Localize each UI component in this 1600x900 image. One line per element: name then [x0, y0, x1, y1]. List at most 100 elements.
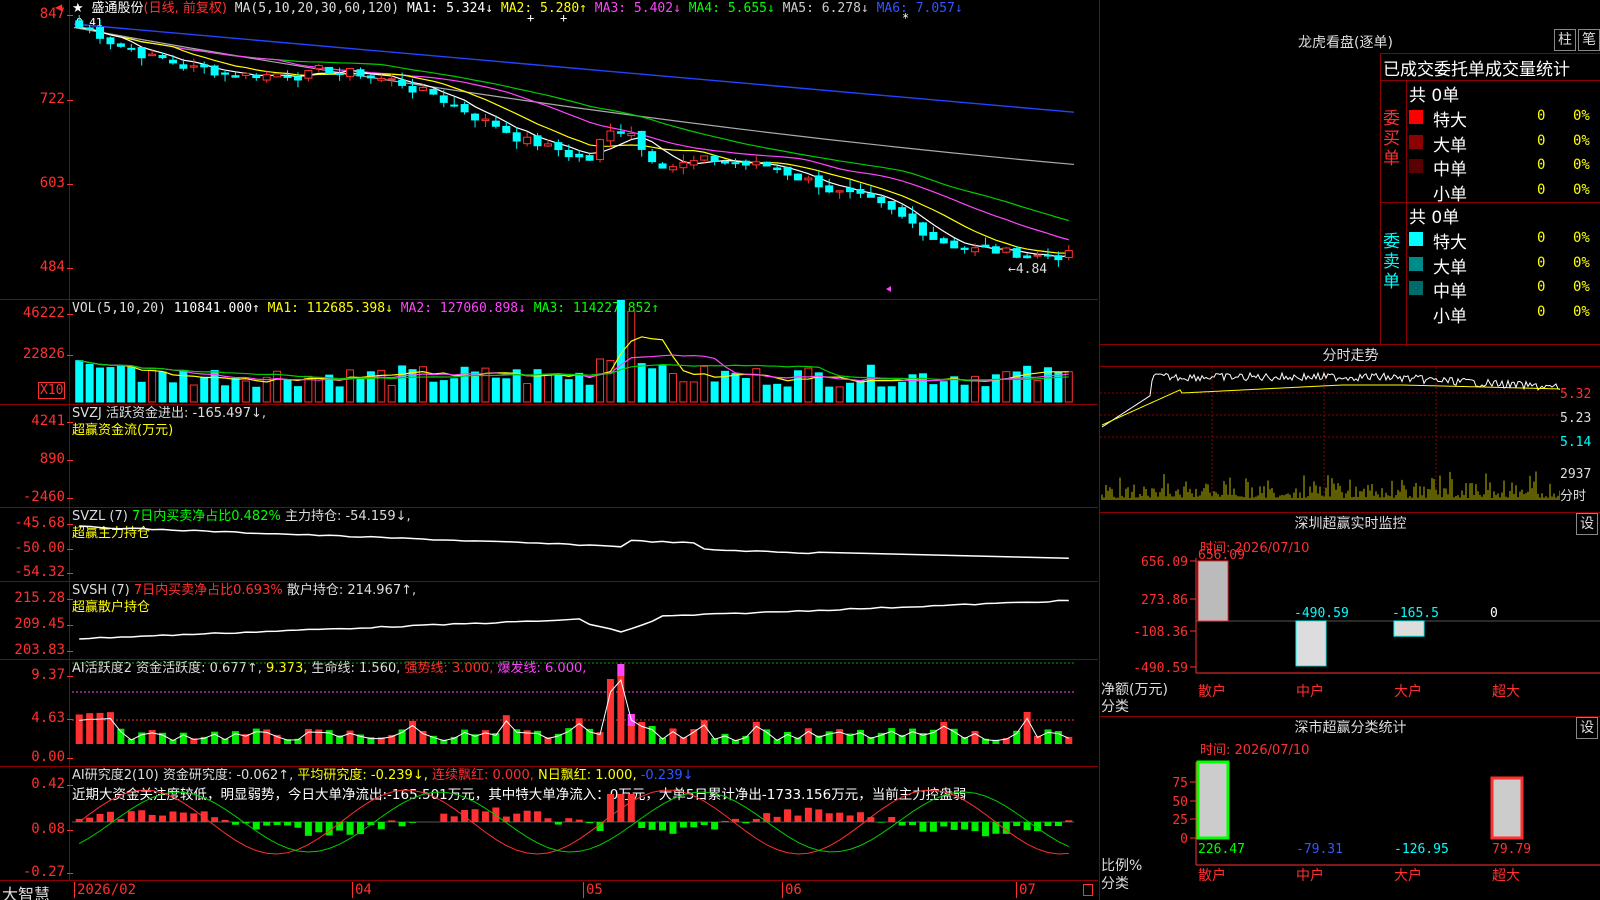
swatch-icon: [1409, 159, 1423, 173]
activity-bar: [929, 729, 937, 744]
volume-bar: [648, 368, 657, 403]
order-count: 0: [1537, 108, 1546, 124]
research-bar: [804, 807, 812, 822]
volume-panel[interactable]: 46222 22826 X10 VOL(5,10,20) 110841.000↑…: [0, 300, 1098, 405]
order-percent: 0%: [1573, 108, 1590, 124]
flow-bar: [243, 458, 248, 463]
order-class: 大单: [1433, 135, 1467, 156]
volume-bar: [877, 386, 886, 403]
classify-tick: 25: [1172, 813, 1188, 828]
flow-bar: [368, 463, 373, 465]
scroll-lock-icon[interactable]: [1083, 884, 1093, 896]
candle: [116, 43, 125, 47]
classify-ylabel: 比例%: [1101, 858, 1143, 874]
svzl-panel[interactable]: -45.68 -50.00 -54.32 SVZL (7) 7日内买卖净占比0.…: [0, 508, 1098, 582]
svsh-panel[interactable]: 215.28 209.45 203.83 SVSH (7) 7日内买卖净占比0.…: [0, 582, 1098, 660]
net-bar: [1197, 560, 1229, 622]
candle: [741, 160, 750, 166]
research-bar: [929, 822, 937, 832]
research-bar: [190, 813, 198, 822]
flow-bar: [962, 460, 967, 463]
candle: [835, 190, 844, 193]
candle: [356, 69, 365, 77]
research-bar: [627, 794, 635, 822]
research-bar: [86, 817, 94, 822]
candle: [293, 76, 302, 81]
activity-bar: [690, 729, 698, 744]
research-bar: [388, 820, 396, 822]
volume-bar: [835, 386, 844, 403]
volume-bar: [429, 381, 438, 403]
activity-bar: [315, 729, 323, 744]
candlestick-chart[interactable]: + + *: [0, 0, 1098, 300]
ai-activity-chart[interactable]: [0, 660, 1098, 767]
flow-bar: [514, 457, 519, 463]
activity-bar: [971, 730, 979, 744]
volume-bar: [856, 380, 865, 403]
flow-bar: [264, 463, 269, 467]
volume-chart[interactable]: [0, 300, 1098, 405]
intraday-chart[interactable]: [1100, 345, 1560, 513]
lhb-header: 已成交委托单成交量统计: [1383, 60, 1570, 80]
volume-bar: [439, 380, 448, 403]
volume-bar: [866, 364, 875, 403]
candle: [523, 136, 532, 145]
lhb-bar-button[interactable]: 柱: [1554, 29, 1576, 51]
candle: [200, 64, 209, 68]
monitor-panel: 深圳超赢实时监控 设 656.09 273.86 -108.36 -490.59 656…: [1099, 513, 1600, 717]
ai-research-chart[interactable]: [0, 767, 1098, 880]
research-bar: [742, 822, 750, 824]
volume-bar: [491, 377, 500, 403]
intraday-panel[interactable]: 分时走势 5.32 5.23 5.14 2937 分时: [1099, 345, 1600, 513]
research-bar: [575, 819, 583, 822]
flow-bar: [577, 458, 582, 463]
classify-xlabel: 分类: [1101, 876, 1129, 892]
candle: [460, 104, 469, 113]
research-bar: [1065, 820, 1073, 822]
flow-bar: [556, 457, 561, 463]
volume-bar: [825, 386, 834, 403]
flow-bar: [1025, 460, 1030, 463]
research-bar: [481, 811, 489, 822]
svsh-chart[interactable]: [0, 582, 1098, 660]
volume-bar: [116, 365, 125, 403]
activity-bar: [106, 712, 114, 744]
svzj-panel[interactable]: 4241 890 -2460 SVZJ 活跃资金进出: -165.497↓, 超…: [0, 405, 1098, 508]
volume-bar: [200, 376, 209, 403]
flow-bar: [858, 458, 863, 463]
ai-activity-panel[interactable]: 9.37 4.63 0.00 AI活跃度2 资金活跃度: 0.677↑, 9.3…: [0, 660, 1098, 767]
flow-bar: [598, 457, 603, 463]
category-label: 超大: [1492, 868, 1520, 884]
candle: [210, 65, 219, 76]
volume-bar: [75, 360, 84, 403]
lhb-tick-button[interactable]: 笔: [1578, 29, 1600, 51]
order-percent: 0%: [1573, 303, 1590, 320]
date-label: 05: [583, 882, 603, 898]
candle: [439, 95, 448, 103]
volume-bar: [752, 368, 761, 403]
volume-bar: [231, 378, 240, 403]
category-label: 超大: [1492, 684, 1520, 700]
activity-bar: [461, 729, 469, 744]
volume-bar: [460, 366, 469, 403]
svzl-chart[interactable]: [0, 508, 1098, 582]
svzj-chart[interactable]: [0, 405, 1098, 508]
intraday-tick: 5.32: [1560, 387, 1592, 402]
candle: [314, 65, 323, 70]
intraday-vol: 2937: [1560, 467, 1592, 482]
ai-research-panel[interactable]: 0.42 0.08 -0.27 AI研究度2(10) 资金研究度: -0.062…: [0, 767, 1098, 880]
research-bar: [252, 822, 260, 830]
flow-bar: [889, 457, 894, 463]
swatch-icon: [1409, 232, 1423, 246]
research-bar: [648, 822, 656, 830]
volume-bar: [189, 384, 198, 403]
flow-bar: [827, 457, 832, 463]
candle: [731, 162, 740, 165]
candle: [408, 86, 417, 93]
candle: [825, 185, 834, 193]
flow-bar: [316, 463, 321, 466]
ma-line: [79, 27, 1069, 222]
price-panel[interactable]: 847 722 603 484 ◀ ★ 盛通股份(日线, 前复权) MA(5,1…: [0, 0, 1098, 300]
candle: [814, 175, 823, 188]
signal-cross: +: [560, 11, 567, 25]
